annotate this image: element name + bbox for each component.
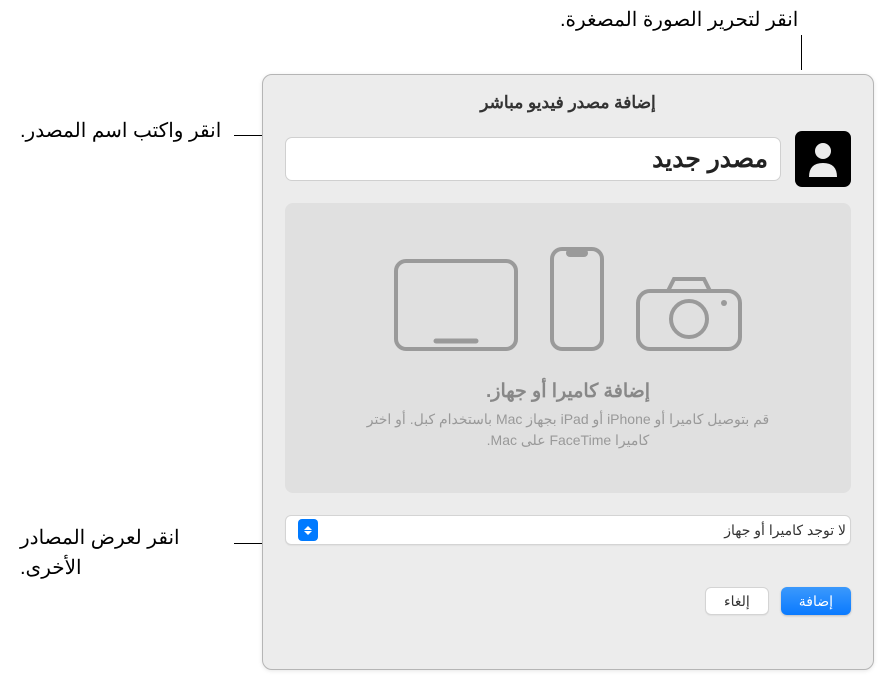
device-icons-row (392, 245, 744, 358)
dropdown-selected-label: لا توجد كاميرا أو جهاز (724, 522, 846, 539)
callout-sources: انقر لعرض المصادر الأخرى. (20, 523, 230, 583)
source-header-row (285, 131, 851, 187)
source-name-input[interactable] (285, 137, 781, 181)
add-button[interactable]: إضافة (781, 587, 851, 615)
source-dropdown[interactable]: لا توجد كاميرا أو جهاز (285, 515, 851, 545)
button-row: إضافة إلغاء (285, 587, 851, 615)
device-area-heading: إضافة كاميرا أو جهاز. (486, 380, 650, 403)
device-area-subtext: قم بتوصيل كاميرا أو iPhone أو iPad بجهاز… (358, 409, 778, 451)
callout-line (801, 35, 802, 70)
window-title: إضافة مصدر فيديو مباشر (285, 93, 851, 113)
callout-thumbnail: انقر لتحرير الصورة المصغرة. (560, 5, 798, 35)
camera-icon (634, 273, 744, 358)
cancel-button[interactable]: إلغاء (705, 587, 769, 615)
phone-icon (548, 245, 606, 358)
add-source-window: إضافة مصدر فيديو مباشر (262, 74, 874, 670)
callout-line (234, 543, 262, 544)
device-placeholder-area: إضافة كاميرا أو جهاز. قم بتوصيل كاميرا أ… (285, 203, 851, 493)
person-silhouette-icon (803, 137, 843, 182)
thumbnail-button[interactable] (795, 131, 851, 187)
callout-name: انقر واكتب اسم المصدر. (20, 116, 230, 146)
updown-arrows-icon (298, 519, 318, 541)
callout-line (234, 135, 262, 136)
tablet-icon (392, 257, 520, 358)
